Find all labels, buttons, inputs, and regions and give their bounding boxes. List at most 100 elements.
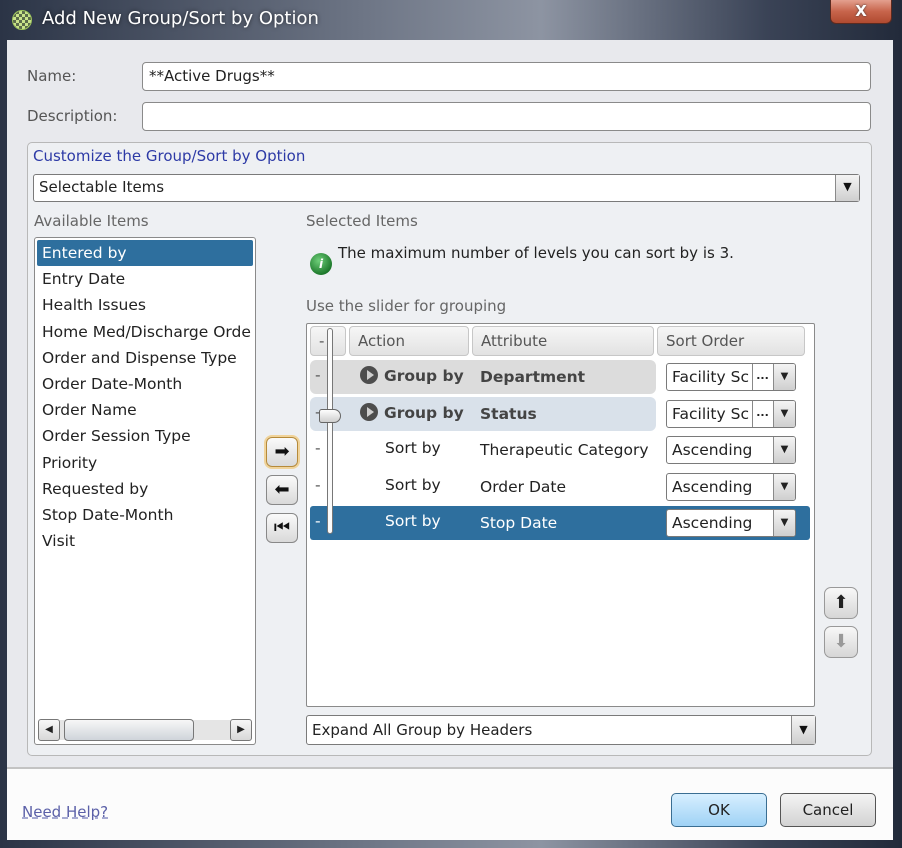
sort-order-select[interactable]: Facility Sc... ▼	[666, 363, 796, 391]
skip-to-start-icon: ⏮	[273, 517, 291, 538]
need-help-link[interactable]: Need Help?	[22, 803, 108, 821]
grid-row[interactable]: - Group by Status Facility Sc... ▼	[310, 396, 796, 431]
grid-row[interactable]: - Sort by Order Date Ascending ▼	[310, 470, 810, 504]
grouping-slider-thumb[interactable]	[319, 408, 341, 423]
remove-all-button[interactable]: ⏮	[266, 513, 298, 543]
item-type-select[interactable]: Selectable Items ▼	[33, 174, 860, 202]
row-level-marker: -	[315, 366, 321, 384]
expand-headers-value: Expand All Group by Headers	[312, 721, 533, 739]
row-attribute: Order Date	[480, 477, 567, 496]
available-item[interactable]: Priority	[37, 450, 253, 476]
sort-order-value: Ascending	[672, 477, 753, 496]
ellipsis-button[interactable]: ...	[752, 364, 772, 390]
column-header-sort-order[interactable]: Sort Order	[657, 326, 805, 356]
sort-order-select[interactable]: Ascending ▼	[666, 472, 796, 501]
dialog-window: Add New Group/Sort by Option X Name: **A…	[0, 0, 902, 848]
available-item[interactable]: Entered by	[37, 240, 253, 267]
title-bar: Add New Group/Sort by Option X	[0, 0, 902, 40]
row-attribute: Therapeutic Category	[480, 441, 649, 459]
arrow-right-icon: ➡	[274, 441, 290, 462]
name-label: Name:	[27, 67, 77, 85]
row-action: Group by	[360, 366, 464, 385]
sort-order-select[interactable]: Ascending ▼	[666, 436, 796, 464]
row-level-marker: -	[315, 439, 321, 457]
column-header-attribute[interactable]: Attribute	[472, 326, 654, 356]
available-items-label: Available Items	[34, 212, 149, 230]
horizontal-scrollbar[interactable]: ◀ ▶	[38, 719, 252, 741]
app-icon	[12, 10, 32, 30]
grid-row[interactable]: - Sort by Stop Date Ascending ▼	[310, 506, 810, 540]
grouping-slider-track[interactable]	[327, 328, 333, 534]
chevron-down-icon[interactable]: ▼	[773, 364, 795, 390]
available-item[interactable]: Health Issues	[37, 292, 253, 318]
available-item[interactable]: Order Date-Month	[37, 371, 253, 397]
available-item[interactable]: Visit	[37, 528, 253, 554]
sort-order-value: Facility Sc	[672, 404, 749, 423]
available-items-list[interactable]: Entered by Entry Date Health Issues Home Me…	[34, 237, 256, 745]
available-item[interactable]: Entry Date	[37, 266, 253, 292]
add-item-button[interactable]: ➡	[266, 437, 298, 467]
item-type-value: Selectable Items	[39, 178, 165, 196]
selected-items-grid: - Action Attribute Sort Order - Group by D…	[306, 323, 815, 707]
arrow-up-icon: ⬆	[833, 592, 849, 613]
chevron-down-icon[interactable]: ▼	[773, 510, 795, 536]
ok-button[interactable]: OK	[671, 793, 767, 827]
available-item[interactable]: Home Med/Discharge Orde	[37, 319, 253, 345]
available-item[interactable]: Order and Dispense Type	[37, 345, 253, 371]
chevron-down-icon[interactable]: ▼	[773, 473, 795, 500]
sort-order-value: Ascending	[672, 441, 753, 459]
arrow-down-icon: ⬇	[833, 631, 849, 652]
dialog-footer: Need Help? OK Cancel	[7, 769, 893, 840]
scroll-right-button[interactable]: ▶	[230, 719, 252, 741]
sort-order-value: Ascending	[672, 514, 753, 532]
row-attribute: Department	[480, 368, 586, 386]
move-up-button[interactable]: ⬆	[824, 587, 858, 619]
sort-order-select[interactable]: Facility Sc... ▼	[666, 399, 796, 428]
available-item[interactable]: Requested by	[37, 476, 253, 502]
row-attribute: Status	[480, 404, 537, 423]
scroll-thumb[interactable]	[64, 719, 194, 741]
expand-headers-select[interactable]: Expand All Group by Headers ▼	[306, 715, 816, 745]
info-message: The maximum number of levels you can sor…	[338, 244, 734, 262]
row-action-text: Sort by	[385, 475, 441, 494]
ellipsis-button[interactable]: ...	[752, 400, 772, 427]
chevron-down-icon[interactable]: ▼	[835, 175, 859, 201]
column-header-action[interactable]: Action	[349, 326, 469, 356]
name-input[interactable]: **Active Drugs**	[142, 62, 871, 91]
info-icon: i	[310, 253, 332, 275]
description-label: Description:	[27, 107, 118, 125]
row-level-marker: -	[315, 512, 321, 530]
window-title: Add New Group/Sort by Option	[42, 8, 319, 29]
grid-row[interactable]: - Sort by Therapeutic Category Ascending ▼	[310, 433, 810, 467]
chevron-down-icon[interactable]: ▼	[773, 437, 795, 463]
move-down-button[interactable]: ⬇	[824, 626, 858, 658]
customize-group: Customize the Group/Sort by Option Selec…	[27, 142, 872, 756]
remove-item-button[interactable]: ⬅	[266, 475, 298, 505]
sort-order-value: Facility Sc	[672, 368, 749, 386]
customize-title: Customize the Group/Sort by Option	[33, 147, 306, 165]
description-input[interactable]	[142, 102, 871, 131]
sort-order-select[interactable]: Ascending ▼	[666, 509, 796, 537]
cancel-button[interactable]: Cancel	[780, 793, 876, 827]
arrow-left-icon: ⬅	[274, 479, 290, 500]
scroll-left-button[interactable]: ◀	[38, 719, 60, 741]
expand-play-icon[interactable]	[360, 402, 378, 421]
row-action: Sort by	[385, 512, 441, 530]
row-attribute: Stop Date	[480, 514, 558, 532]
row-level-marker: -	[315, 475, 321, 494]
slider-hint: Use the slider for grouping	[306, 297, 507, 315]
chevron-down-icon[interactable]: ▼	[791, 716, 815, 744]
row-action-text: Sort by	[385, 439, 441, 457]
expand-play-icon[interactable]	[360, 366, 378, 384]
row-action-text: Group by	[384, 403, 464, 422]
available-item[interactable]: Order Name	[37, 397, 253, 423]
row-action: Group by	[360, 402, 464, 422]
row-action-text: Group by	[384, 367, 464, 385]
available-item[interactable]: Order Session Type	[37, 423, 253, 449]
close-button[interactable]: X	[830, 0, 892, 24]
available-item[interactable]: Stop Date-Month	[37, 502, 253, 528]
dialog-body: Name: **Active Drugs** Description: Cust…	[7, 40, 893, 840]
chevron-down-icon[interactable]: ▼	[773, 400, 795, 427]
grid-row[interactable]: - Group by Department Facility Sc... ▼	[310, 360, 796, 394]
row-action: Sort by	[385, 439, 441, 457]
